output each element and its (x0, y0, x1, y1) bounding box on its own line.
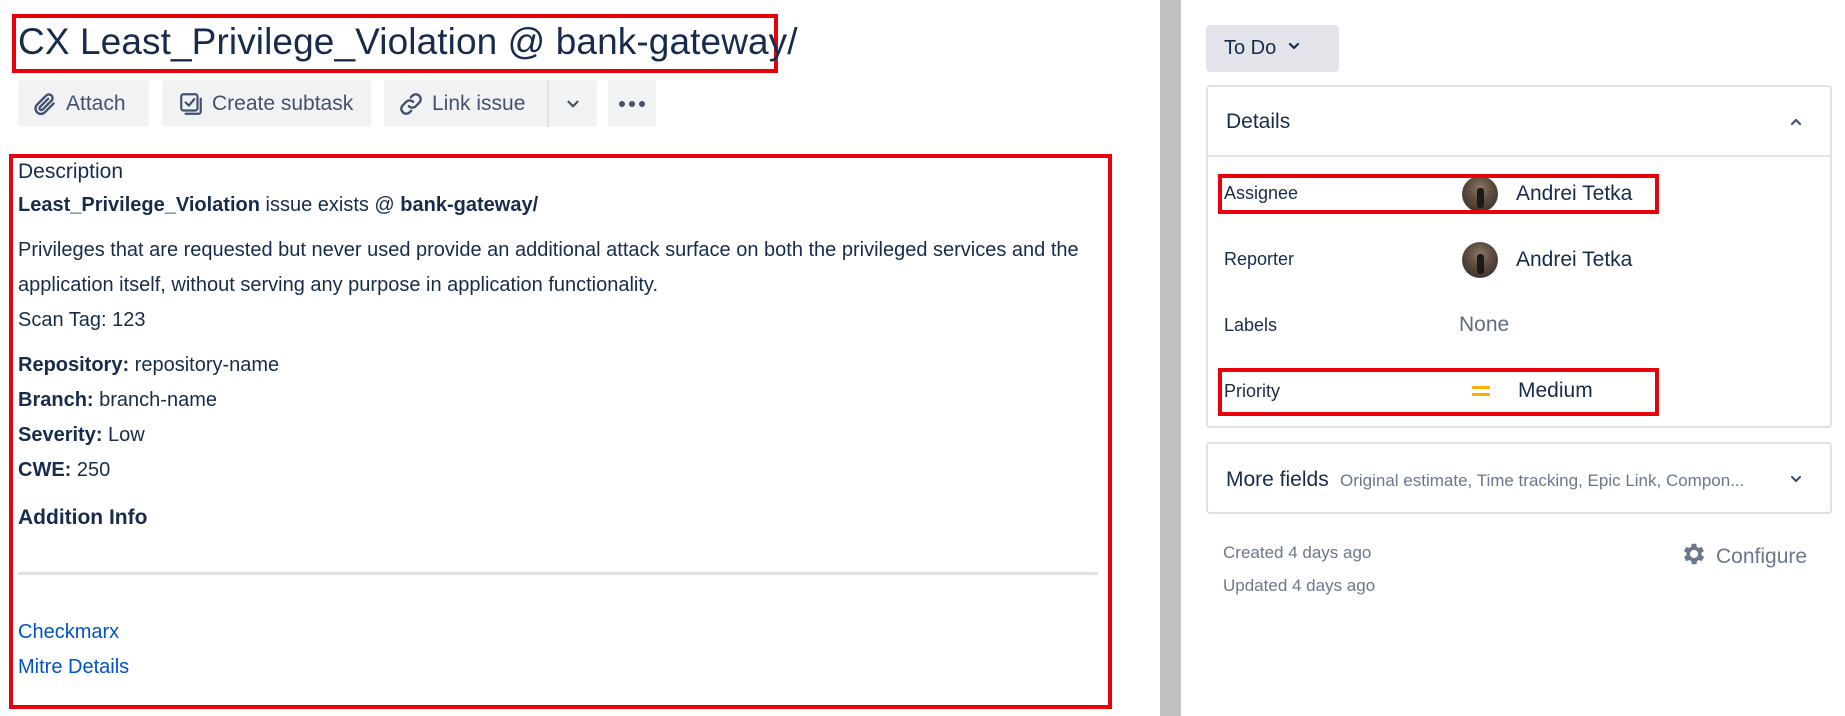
chevron-up-icon[interactable] (1788, 114, 1804, 135)
field-branch: Branch: branch-name (18, 383, 1098, 418)
create-subtask-label: Create subtask (212, 91, 354, 115)
link-issue-dropdown-button[interactable] (549, 80, 597, 127)
attach-button[interactable]: Attach (18, 80, 149, 127)
field-severity: Severity: Low (18, 418, 1098, 453)
reporter-label: Reporter (1224, 249, 1295, 269)
status-label: To Do (1224, 37, 1277, 59)
description-fields: Repository: repository-name Branch: bran… (18, 348, 1098, 488)
issue-target: bank-gateway/ (400, 194, 539, 216)
more-fields-title: More fields (1226, 468, 1329, 491)
field-label: CWE: (18, 459, 72, 481)
create-subtask-button[interactable]: Create subtask (162, 80, 371, 127)
configure-label: Configure (1716, 545, 1808, 568)
priority-highlight-box (1218, 368, 1659, 416)
field-label: Severity: (18, 424, 103, 446)
gear-icon (1680, 540, 1716, 574)
link-issue-label: Link issue (432, 91, 526, 115)
issue-summary-line: Least_Privilege_Violation issue exists @… (18, 188, 1098, 223)
details-title: Details (1226, 110, 1291, 133)
description-divider (18, 572, 1098, 575)
configure-button[interactable]: Configure (1680, 540, 1807, 574)
status-dropdown[interactable]: To Do (1206, 25, 1339, 72)
field-value: branch-name (93, 389, 217, 411)
paperclip-icon (32, 91, 58, 117)
attach-label: Attach (66, 91, 126, 115)
labels-value[interactable]: None (1459, 313, 1509, 337)
chevron-down-icon (564, 95, 582, 113)
field-cwe: CWE: 250 (18, 453, 1098, 488)
ellipsis-icon (618, 100, 646, 108)
details-header[interactable]: Details (1208, 87, 1830, 157)
chevron-down-icon[interactable] (1788, 471, 1804, 492)
addition-info-heading: Addition Info (18, 506, 148, 529)
description-section[interactable]: Description Least_Privilege_Violation is… (18, 155, 1098, 685)
updated-timestamp: Updated 4 days ago (1223, 576, 1376, 595)
issue-title[interactable]: CX Least_Privilege_Violation @ bank-gate… (18, 18, 798, 66)
mitre-details-link[interactable]: Mitre Details (18, 650, 1098, 685)
description-paragraph: Privileges that are requested but never … (18, 239, 1079, 296)
subtask-icon (178, 91, 204, 117)
issue-name: Least_Privilege_Violation (18, 194, 260, 216)
field-repository: Repository: repository-name (18, 348, 1098, 383)
field-label: Branch: (18, 389, 94, 411)
avatar (1462, 242, 1498, 278)
issue-summary-middle: issue exists @ (259, 194, 401, 216)
assignee-highlight-box (1218, 174, 1659, 214)
field-label: Repository: (18, 354, 130, 376)
checkmarx-link[interactable]: Checkmarx (18, 615, 1098, 650)
labels-label: Labels (1224, 315, 1278, 335)
scan-tag: Scan Tag: 123 (18, 309, 146, 331)
more-fields-summary: Original estimate, Time tracking, Epic L… (1340, 471, 1745, 490)
reporter-name: Andrei Tetka (1516, 248, 1633, 271)
more-actions-button[interactable] (608, 80, 656, 127)
link-issue-button[interactable]: Link issue (384, 80, 547, 127)
description-heading: Description (18, 160, 124, 183)
field-value: 250 (71, 459, 111, 481)
created-timestamp: Created 4 days ago (1223, 543, 1372, 562)
field-value: Low (102, 424, 145, 446)
reporter-value[interactable]: Andrei Tetka (1462, 242, 1632, 278)
more-fields-panel[interactable]: More fields Original estimate, Time trac… (1206, 442, 1832, 514)
field-value: repository-name (129, 354, 280, 376)
link-icon (398, 91, 424, 117)
pane-resize-handle[interactable] (1160, 0, 1181, 716)
chevron-down-icon (1276, 37, 1302, 60)
